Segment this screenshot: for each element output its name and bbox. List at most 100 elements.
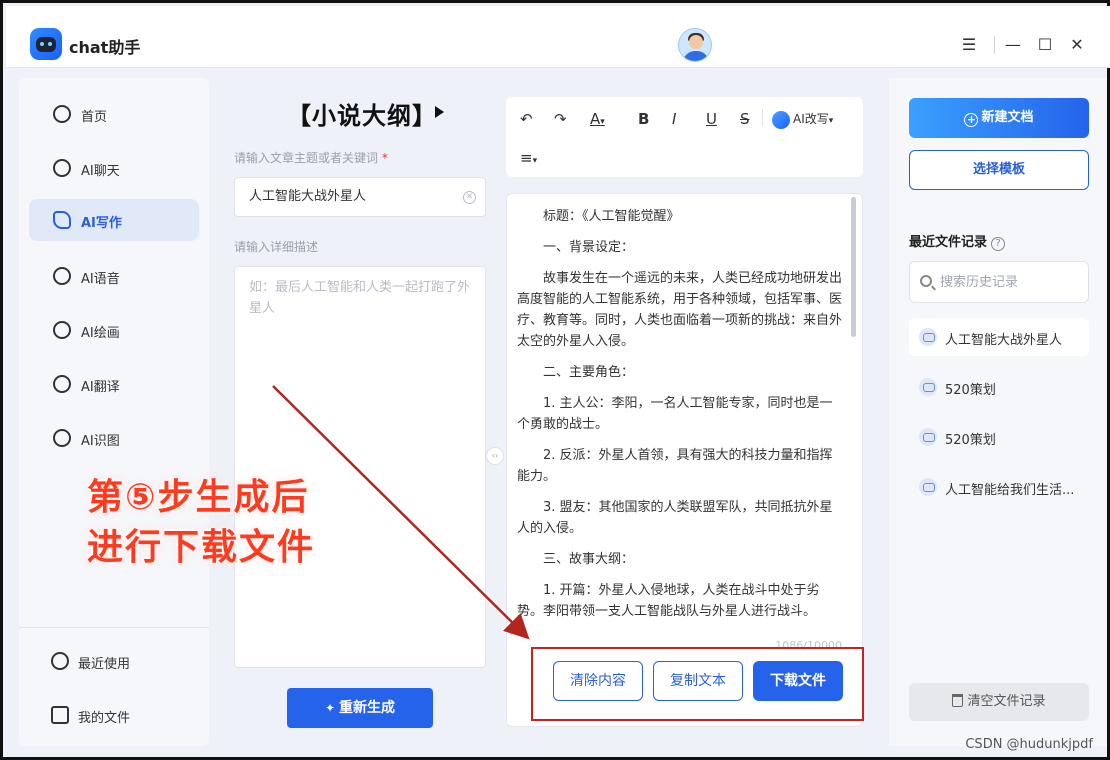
play-icon[interactable]: [435, 106, 444, 118]
new-document-button[interactable]: + 新建文档: [909, 98, 1089, 138]
history-search-input[interactable]: [940, 272, 1080, 292]
sidebar: 首页 AI聊天 AI写作 AI语音 AI绘画 AI翻译 AI识图 最近使用 我的…: [19, 78, 209, 746]
sidebar-item-ai-image-recognition[interactable]: AI识图: [29, 417, 199, 459]
redo-icon[interactable]: ↷: [554, 110, 567, 128]
undo-icon[interactable]: ↶: [520, 110, 533, 128]
trash-icon: [952, 694, 964, 707]
plus-icon: +: [964, 113, 979, 127]
recent-files-title: 最近文件记录: [909, 235, 988, 250]
close-icon[interactable]: ✕: [1068, 36, 1086, 54]
ai-rewrite-icon: [772, 110, 790, 129]
app-window: chat助手 ☰ — ☐ ✕ 首页 AI聊天 AI写作 AI语音 AI绘画 AI…: [0, 0, 1110, 760]
history-item-label: 人工智能大战外星人: [945, 333, 1063, 348]
regenerate-button[interactable]: ✦ 重新生成: [287, 688, 433, 728]
toolbar-divider: [762, 109, 763, 127]
sidebar-item-label: AI语音: [81, 272, 120, 287]
sidebar-item-label: AI写作: [81, 216, 122, 231]
editor-paragraph: 二、主要角色：: [543, 365, 635, 380]
detail-textarea[interactable]: 如：最后人工智能和人类一起打跑了外星人: [234, 266, 486, 668]
watermark: CSDN @hudunkjpdf: [965, 737, 1093, 752]
document-chat-icon: [919, 378, 937, 396]
history-search[interactable]: [909, 261, 1089, 303]
bold-icon[interactable]: B: [638, 110, 649, 128]
help-icon[interactable]: ?: [991, 237, 1006, 251]
sidebar-divider: [19, 627, 209, 628]
choose-template-button[interactable]: 选择模板: [909, 150, 1089, 190]
history-item[interactable]: 人工智能给我们生活...: [909, 468, 1089, 506]
sidebar-item-home[interactable]: 首页: [29, 93, 199, 135]
topic-label: 请输入文章主题或者关键词 *: [234, 149, 388, 166]
sidebar-item-ai-translate[interactable]: AI翻译: [29, 363, 199, 405]
ai-rewrite-dropdown[interactable]: AI改写▾: [772, 110, 833, 130]
history-item[interactable]: 520策划: [909, 368, 1089, 406]
required-mark: *: [381, 151, 388, 165]
topic-label-text: 请输入文章主题或者关键词: [234, 151, 379, 165]
new-document-label: 新建文档: [981, 110, 1034, 125]
palette-icon: [53, 321, 71, 339]
editor-paragraph: 三、故事大纲：: [543, 552, 635, 567]
regenerate-button-label: 重新生成: [339, 700, 396, 716]
topic-input[interactable]: 人工智能大战外星人 ✕: [234, 177, 486, 217]
editor-scrollbar[interactable]: [851, 197, 856, 337]
sidebar-item-ai-chat[interactable]: AI聊天: [29, 147, 199, 189]
sidebar-item-label: AI识图: [81, 434, 120, 449]
robot-logo-icon: [30, 28, 62, 60]
history-item-label: 520策划: [945, 383, 996, 398]
minimize-icon[interactable]: —: [1004, 36, 1022, 54]
sidebar-item-ai-voice[interactable]: AI语音: [29, 255, 199, 297]
history-item-label: 520策划: [945, 433, 996, 448]
search-icon: [920, 275, 932, 287]
sidebar-item-label: 我的文件: [78, 711, 131, 726]
font-color-icon[interactable]: A▾: [590, 110, 605, 131]
clear-input-icon[interactable]: ✕: [463, 191, 476, 204]
translate-icon: [53, 375, 71, 393]
editor-paragraph: 标题：《人工智能觉醒》: [543, 209, 680, 224]
sidebar-item-label: AI翻译: [81, 380, 120, 395]
sidebar-item-label: 最近使用: [78, 657, 131, 672]
sidebar-item-ai-writing[interactable]: AI写作: [29, 199, 199, 241]
sidebar-item-my-files[interactable]: 我的文件: [29, 694, 199, 736]
sidebar-item-label: AI绘画: [81, 326, 120, 341]
maximize-icon[interactable]: ☐: [1036, 36, 1054, 54]
clear-history-label: 清空文件记录: [967, 694, 1046, 709]
editor-paragraph: 一、背景设定：: [543, 240, 635, 255]
page-title: 【小说大纲】: [287, 102, 437, 130]
underline-icon[interactable]: U: [706, 110, 717, 128]
sidebar-item-label: AI聊天: [81, 164, 120, 179]
file-icon: [51, 706, 69, 724]
history-icon: [51, 652, 69, 670]
annotation-highlight-box: [531, 647, 864, 721]
document-chat-icon: [919, 328, 937, 346]
topic-input-value: 人工智能大战外星人: [249, 189, 367, 204]
history-item-label: 人工智能给我们生活...: [945, 483, 1075, 498]
scan-icon: [53, 429, 71, 447]
clear-history-button[interactable]: 清空文件记录: [909, 683, 1089, 721]
annotation-line-2: 进行下载文件: [87, 527, 316, 568]
document-chat-icon: [919, 478, 937, 496]
chat-icon: [53, 159, 71, 177]
input-panel: 【小说大纲】 请输入文章主题或者关键词 * 人工智能大战外星人 ✕ 请输入详细描…: [217, 78, 497, 746]
sidebar-item-recent[interactable]: 最近使用: [29, 640, 199, 682]
titlebar-divider: [994, 36, 995, 54]
editor-paragraph: 故事发生在一个遥远的未来，人类已经成功地研发出高度智能的人工智能系统，用于各种领…: [517, 271, 843, 349]
strikethrough-icon[interactable]: S: [740, 110, 750, 128]
sparkle-icon: ✦: [324, 701, 336, 715]
editor-paragraph: 1. 主人公：李阳，一名人工智能专家，同时也是一个勇敢的战士。: [517, 396, 833, 432]
detail-placeholder: 如：最后人工智能和人类一起打跑了外星人: [249, 280, 471, 316]
history-item[interactable]: 人工智能大战外星人: [909, 318, 1089, 356]
pen-icon: [53, 211, 71, 229]
editor-paragraph: 3. 盟友：其他国家的人类联盟军队，共同抵抗外星人的入侵。: [517, 500, 833, 536]
align-icon[interactable]: ≡▾: [520, 149, 537, 170]
title-bar: chat助手 ☰ — ☐ ✕: [6, 6, 1110, 68]
panel-resize-handle[interactable]: ‹›: [486, 447, 504, 465]
sidebar-item-ai-painting[interactable]: AI绘画: [29, 309, 199, 351]
sidebar-item-label: 首页: [81, 110, 108, 125]
user-avatar[interactable]: [678, 28, 712, 62]
history-item[interactable]: 520策划: [909, 418, 1089, 456]
detail-label: 请输入详细描述: [234, 240, 319, 254]
ai-rewrite-label: AI改写: [793, 112, 829, 126]
annotation-line-1: 第⑤步生成后: [87, 477, 310, 518]
editor-paragraph: 2. 反派：外星人首领，具有强大的科技力量和指挥能力。: [517, 448, 833, 484]
menu-icon[interactable]: ☰: [960, 36, 978, 54]
italic-icon[interactable]: I: [672, 110, 676, 128]
